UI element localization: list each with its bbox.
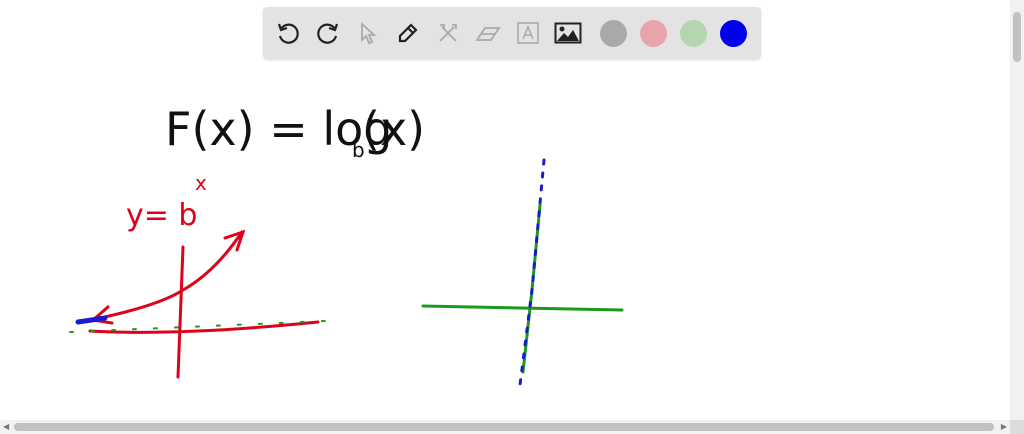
exponential-curve (98, 230, 244, 320)
equation-tail: (x) (362, 102, 425, 156)
pen-button[interactable] (393, 18, 423, 48)
undo-icon (277, 23, 299, 44)
color-pink-swatch[interactable] (639, 19, 667, 47)
image-icon (554, 22, 582, 44)
color-blue-swatch[interactable] (719, 19, 747, 47)
color-green-swatch[interactable] (679, 19, 707, 47)
text-button[interactable] (513, 18, 543, 48)
tools-icon (439, 24, 457, 42)
drawing-toolbar (263, 7, 761, 59)
eraser-icon (475, 27, 501, 41)
right-dashed-line (518, 158, 546, 387)
pen-icon (398, 23, 418, 43)
vertical-scroll-thumb[interactable] (1013, 12, 1021, 62)
right-graph (421, 158, 624, 387)
text-icon (517, 22, 539, 44)
redo-button[interactable] (313, 18, 343, 48)
left-y-axis (176, 245, 185, 379)
undo-button[interactable] (273, 18, 303, 48)
scroll-right-icon[interactable]: ▶ (1001, 422, 1007, 431)
scrollbar-corner (1010, 420, 1024, 434)
select-icon (361, 21, 377, 45)
left-graph (69, 229, 326, 379)
select-button[interactable] (353, 18, 383, 48)
color-gray-swatch[interactable] (599, 19, 627, 47)
vertical-scrollbar[interactable] (1010, 0, 1024, 420)
left-x-axis (88, 320, 320, 334)
exponential-label-exponent: x (195, 171, 207, 195)
horizontal-scroll-thumb[interactable] (14, 423, 994, 431)
whiteboard-canvas[interactable]: F(x) = log b (x) y= b x (0, 0, 1010, 420)
horizontal-scrollbar[interactable]: ◀ ▶ (0, 420, 1010, 434)
scroll-left-icon[interactable]: ◀ (3, 422, 9, 431)
exponential-label: y= b (126, 198, 197, 233)
redo-icon (317, 23, 339, 44)
image-button[interactable] (553, 18, 583, 48)
right-x-axis (421, 304, 624, 312)
eraser-button[interactable] (473, 18, 503, 48)
tools-button[interactable] (433, 18, 463, 48)
